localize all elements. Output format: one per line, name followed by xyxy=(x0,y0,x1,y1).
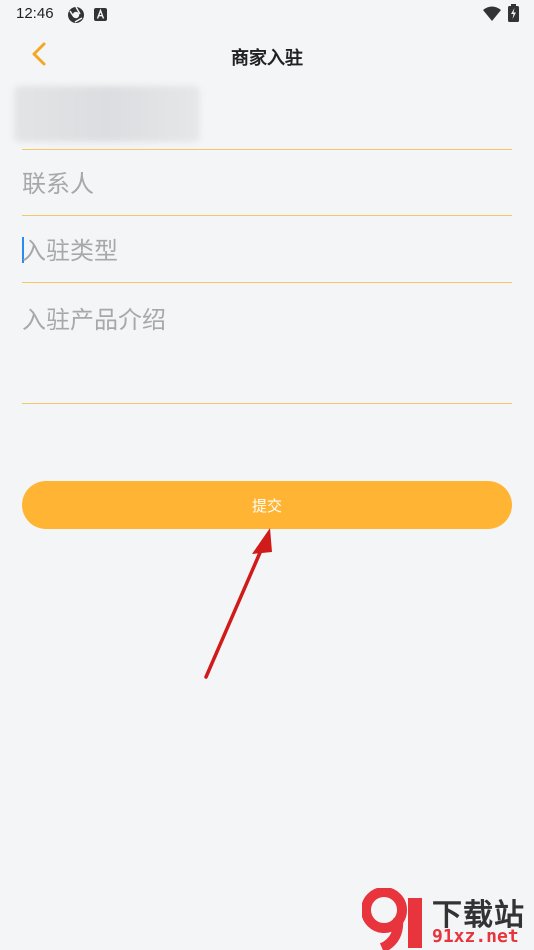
watermark-site: 91xz.net xyxy=(432,926,519,947)
chrome-icon xyxy=(68,6,84,23)
contact-input[interactable] xyxy=(22,162,512,206)
first-field-divider xyxy=(22,100,512,150)
submit-button[interactable]: 提交 xyxy=(22,481,512,529)
watermark-logo xyxy=(362,888,422,950)
contact-field[interactable] xyxy=(22,160,512,216)
a-notification-icon xyxy=(94,8,107,21)
merchant-join-screen: 12:46 商家入驻 联系人 入驻类型 入驻产品介绍 提交 下载站 91xz.n… xyxy=(0,0,534,950)
product-intro-textarea[interactable] xyxy=(22,292,512,411)
battery-charging-icon xyxy=(508,4,519,22)
site-watermark: 下载站 91xz.net xyxy=(362,888,534,950)
join-type-field[interactable] xyxy=(22,226,512,283)
wifi-icon xyxy=(483,6,501,21)
status-bar: 12:46 xyxy=(0,0,534,28)
product-intro-field[interactable] xyxy=(22,292,512,411)
join-type-input[interactable] xyxy=(22,228,512,274)
status-time: 12:46 xyxy=(16,5,54,22)
page-title: 商家入驻 xyxy=(231,48,303,69)
